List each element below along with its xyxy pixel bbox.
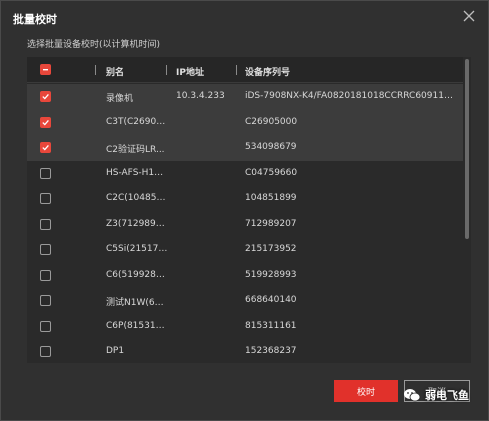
table-row[interactable]: HS-AFS-H10... C04759660 bbox=[27, 161, 463, 187]
table-row[interactable]: C3T(C26905... C26905000 bbox=[27, 109, 463, 135]
cell-alias: C5Si(215173... bbox=[106, 244, 168, 254]
cell-alias: C2验证码LR... bbox=[106, 145, 165, 155]
row-checkbox[interactable] bbox=[40, 193, 51, 204]
cell-alias: DP1 bbox=[106, 346, 125, 356]
dialog-subtitle: 选择批量设备校时(以计算机时间) bbox=[27, 40, 161, 50]
batch-time-sync-dialog: 批量校时 选择批量设备校时(以计算机时间) 别名 IP地址 设备序列号 录像机 1… bbox=[0, 0, 489, 421]
cell-serial: 668640140 bbox=[245, 295, 297, 305]
column-header-alias[interactable]: 别名 bbox=[106, 65, 168, 78]
cell-serial: 215173952 bbox=[245, 244, 297, 254]
cell-alias: C6(5199289... bbox=[106, 269, 168, 280]
table-row[interactable]: C2验证码LR... 534098679 bbox=[27, 135, 463, 161]
cell-alias: Z3(7129892... bbox=[106, 218, 168, 229]
row-checkbox[interactable] bbox=[40, 167, 51, 179]
column-header-serial[interactable]: 设备序列号 bbox=[245, 65, 457, 78]
table-scrollbar[interactable] bbox=[464, 57, 470, 363]
cell-alias: C2C(104851... bbox=[106, 193, 168, 203]
cell-serial: 534098679 bbox=[245, 142, 297, 152]
dialog-titlebar: 批量校时 bbox=[1, 1, 488, 35]
cell-serial: C04759660 bbox=[245, 167, 298, 178]
watermark: 弱电飞鱼 bbox=[403, 387, 469, 403]
table-row[interactable]: C2C(104851... 104851899 bbox=[27, 186, 463, 212]
column-divider bbox=[236, 65, 237, 75]
table-row[interactable]: 测试N1W(66... 668640140 bbox=[27, 288, 463, 314]
row-checkbox[interactable] bbox=[40, 142, 51, 153]
table-row[interactable]: DP1 152368237 bbox=[27, 339, 463, 363]
wechat-icon bbox=[403, 388, 421, 402]
table-header: 别名 IP地址 设备序列号 bbox=[27, 57, 463, 83]
cell-serial: C26905000 bbox=[245, 116, 298, 127]
row-checkbox[interactable] bbox=[40, 320, 51, 332]
row-checkbox[interactable] bbox=[40, 244, 51, 255]
table-row[interactable]: C5Si(215173... 215173952 bbox=[27, 237, 463, 263]
cell-alias: 录像机 bbox=[106, 94, 134, 104]
row-checkbox[interactable] bbox=[40, 269, 51, 281]
table-row[interactable]: 录像机 10.3.4.233 iDS-7908NX-K4/FA0820181018C… bbox=[27, 84, 463, 110]
cell-alias: 测试N1W(66... bbox=[106, 298, 168, 308]
sync-time-button[interactable]: 校时 bbox=[334, 380, 398, 402]
dialog-title: 批量校时 bbox=[13, 13, 57, 26]
scrollbar-thumb[interactable] bbox=[465, 59, 469, 239]
watermark-text: 弱电飞鱼 bbox=[425, 389, 469, 402]
cell-alias: C3T(C26905... bbox=[106, 116, 168, 127]
column-divider bbox=[95, 65, 96, 75]
column-header-ip[interactable]: IP地址 bbox=[176, 65, 248, 78]
cell-serial: 519928993 bbox=[245, 269, 297, 280]
table-row[interactable]: C6P(815311... 815311161 bbox=[27, 314, 463, 340]
column-divider bbox=[166, 65, 167, 75]
cell-serial: 104851899 bbox=[245, 193, 297, 203]
table-row[interactable]: Z3(7129892... 712989207 bbox=[27, 212, 463, 238]
device-table: 别名 IP地址 设备序列号 录像机 10.3.4.233 iDS-7908NX-K4… bbox=[27, 57, 471, 363]
row-checkbox[interactable] bbox=[40, 116, 51, 128]
close-icon[interactable] bbox=[462, 9, 476, 23]
row-checkbox[interactable] bbox=[40, 218, 51, 230]
row-checkbox[interactable] bbox=[40, 91, 51, 102]
cell-serial: 712989207 bbox=[245, 218, 297, 229]
table-row[interactable]: C6(5199289... 519928993 bbox=[27, 263, 463, 289]
cell-ip: 10.3.4.233 bbox=[176, 91, 225, 101]
row-checkbox[interactable] bbox=[40, 346, 51, 357]
cell-serial: 815311161 bbox=[245, 320, 297, 331]
cell-serial: 152368237 bbox=[245, 346, 297, 356]
row-checkbox[interactable] bbox=[40, 295, 51, 306]
cell-alias: HS-AFS-H10... bbox=[106, 167, 168, 178]
cell-serial: iDS-7908NX-K4/FA0820181018CCRRC60911848W… bbox=[245, 91, 457, 101]
cell-alias: C6P(815311... bbox=[106, 320, 168, 331]
select-all-checkbox[interactable] bbox=[40, 64, 51, 75]
